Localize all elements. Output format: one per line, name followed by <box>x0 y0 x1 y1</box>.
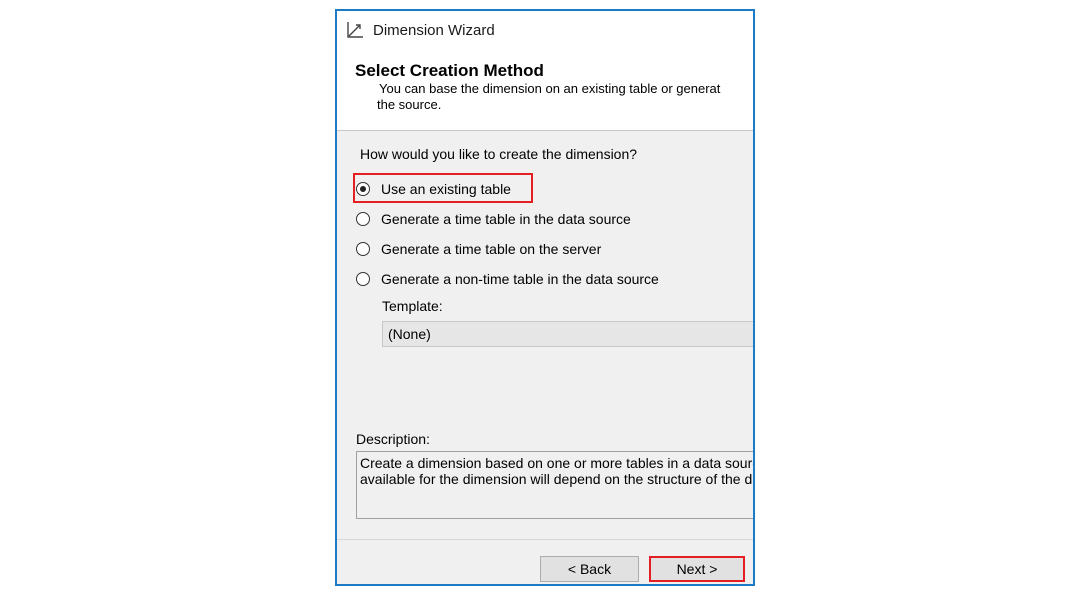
wizard-content: How would you like to create the dimensi… <box>337 131 753 539</box>
radio-button-checked[interactable] <box>356 182 370 196</box>
radio-label: Use an existing table <box>381 181 511 197</box>
radio-use-existing-table[interactable]: Use an existing table <box>356 178 511 200</box>
radio-button[interactable] <box>356 212 370 226</box>
dimension-wizard-icon <box>347 22 363 38</box>
description-line-2: available for the dimension will depend … <box>360 471 753 487</box>
radio-generate-time-table-server[interactable]: Generate a time table on the server <box>356 238 601 260</box>
dimension-wizard-window: Dimension Wizard Select Creation Method … <box>335 9 755 586</box>
page-description: You can base the dimension on an existin… <box>377 81 721 113</box>
radio-button[interactable] <box>356 242 370 256</box>
wizard-header: Select Creation Method You can base the … <box>337 51 753 130</box>
wizard-footer: < Back Next > <box>337 540 753 584</box>
creation-method-question: How would you like to create the dimensi… <box>360 146 638 162</box>
radio-button[interactable] <box>356 272 370 286</box>
template-label: Template: <box>382 298 443 314</box>
radio-label: Generate a non-time table in the data so… <box>381 271 659 287</box>
back-button[interactable]: < Back <box>540 556 639 582</box>
page-description-line-2: the source. <box>377 97 442 112</box>
description-box: Create a dimension based on one or more … <box>356 451 755 519</box>
window-title: Dimension Wizard <box>373 22 495 39</box>
page-description-line-1: You can base the dimension on an existin… <box>379 81 721 96</box>
description-label: Description: <box>356 431 430 447</box>
radio-label: Generate a time table in the data source <box>381 211 631 227</box>
template-dropdown[interactable]: (None) <box>382 321 753 347</box>
radio-generate-time-table-data-source[interactable]: Generate a time table in the data source <box>356 208 631 230</box>
title-bar: Dimension Wizard <box>337 11 753 51</box>
radio-generate-non-time-table[interactable]: Generate a non-time table in the data so… <box>356 268 659 290</box>
page-title: Select Creation Method <box>355 61 544 80</box>
next-button[interactable]: Next > <box>649 556 745 582</box>
radio-label: Generate a time table on the server <box>381 241 602 257</box>
description-line-1: Create a dimension based on one or more … <box>360 455 755 471</box>
